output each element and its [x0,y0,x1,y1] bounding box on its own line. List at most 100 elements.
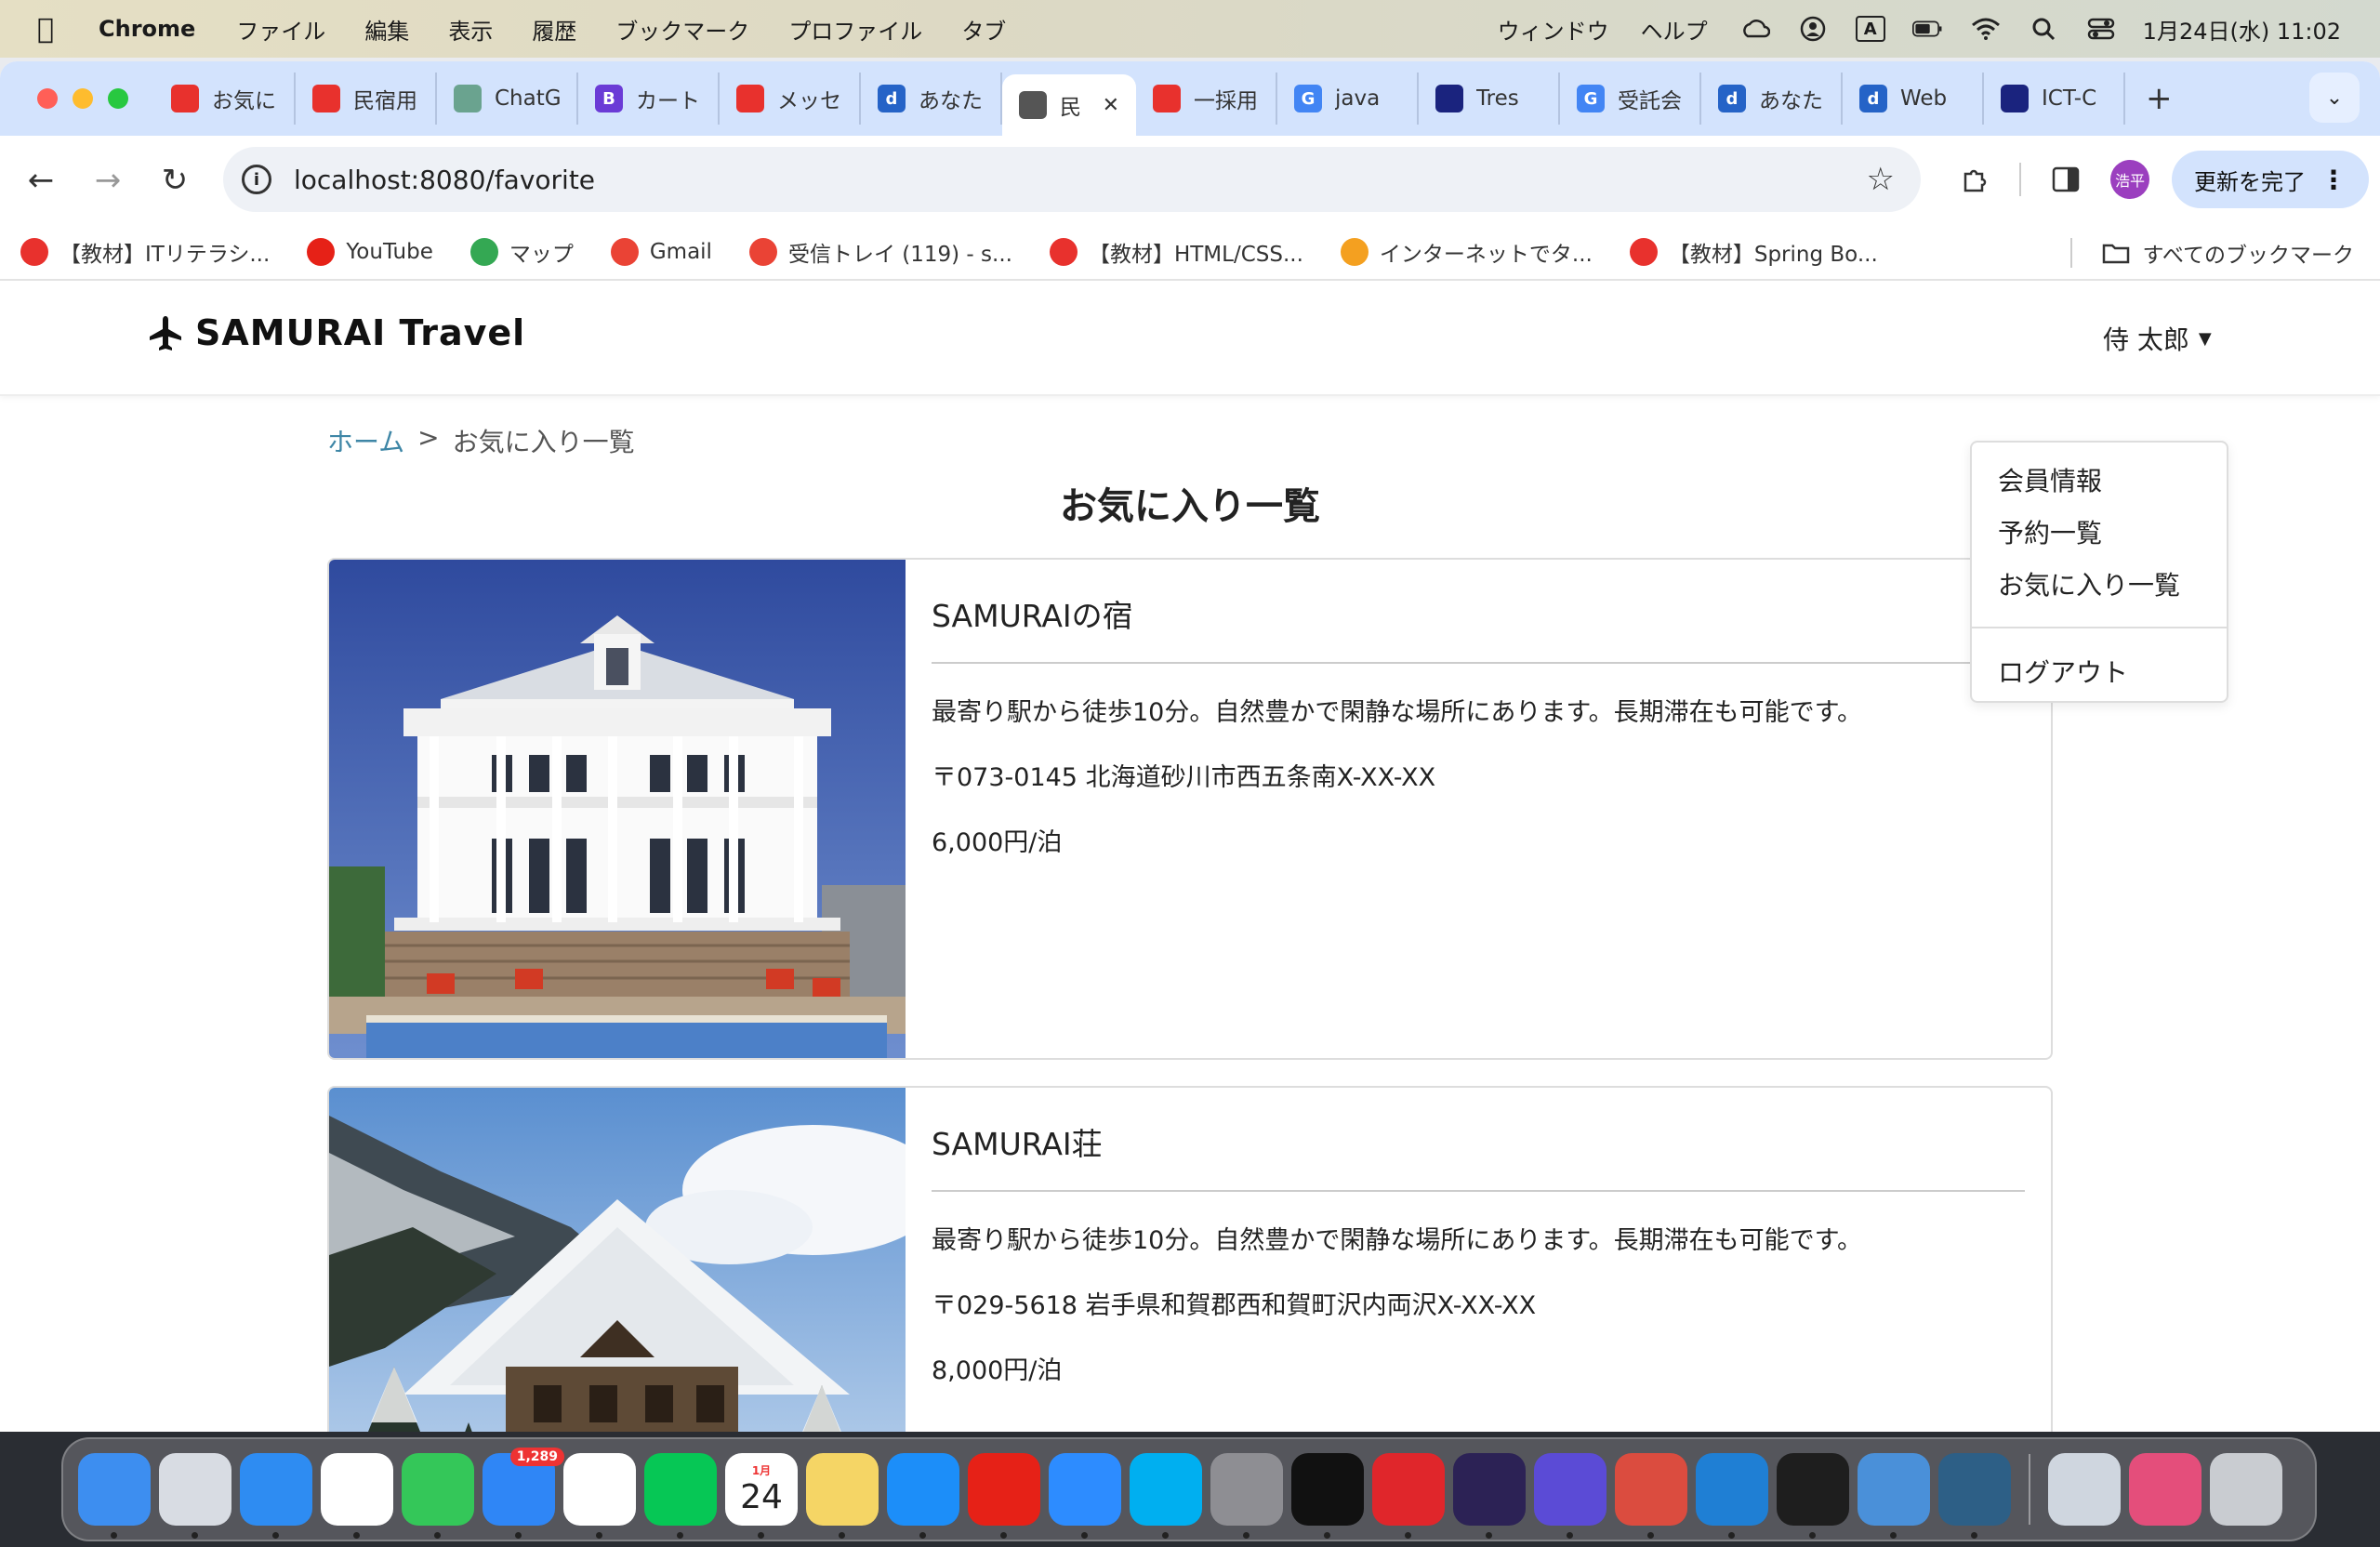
tab-search-chevron-icon[interactable]: ⌄ [2309,73,2360,123]
favorite-card[interactable]: SAMURAIの宿 最寄り駅から徒歩10分。自然豊かで閑静な場所にあります。長期… [327,558,2053,1060]
dock-safari-icon[interactable] [240,1453,312,1539]
battery-icon[interactable] [1911,13,1944,45]
site-logo[interactable]: SAMURAI Travel [147,312,525,353]
menubar-clock[interactable]: 1月24日(水) 11:02 [2143,13,2341,46]
menu-file[interactable]: ファイル [236,13,325,46]
dock-system-settings-icon[interactable] [1210,1453,1283,1539]
zoom-window-button[interactable] [108,88,128,109]
dock-youtube-icon[interactable] [968,1453,1040,1539]
wifi-icon[interactable] [1970,13,2002,45]
browser-tab[interactable]: Gjava [1277,73,1419,125]
bookmark-item[interactable]: 【教材】Spring Bo... [1629,236,1878,268]
browser-tab[interactable]: お気に [154,73,296,125]
dock-messages-icon[interactable] [402,1453,474,1539]
dropdown-item-favorites[interactable]: お気に入り一覧 [1972,560,2227,612]
browser-tab[interactable]: 民宿用 [296,73,437,125]
dock-line-icon[interactable] [644,1453,717,1539]
browser-tab[interactable]: Tres [1419,73,1560,125]
menu-bookmarks[interactable]: ブックマーク [615,13,749,46]
extensions-puzzle-icon[interactable] [1952,157,1997,202]
browser-tab[interactable]: d あなた [1701,73,1843,125]
update-button[interactable]: 更新を完了 ⋮ [2172,151,2369,208]
menu-window[interactable]: ウィンドウ [1498,13,1609,46]
dock-terminal-icon[interactable] [1777,1453,1849,1539]
browser-tab[interactable]: B カート [578,73,720,125]
kebab-menu-icon[interactable]: ⋮ [2320,165,2347,195]
input-method-icon[interactable]: A [1855,13,1886,45]
dock-notes-icon[interactable] [806,1453,879,1539]
house-photo-beach-villa[interactable] [329,560,906,1058]
close-tab-icon[interactable]: ✕ [1103,94,1119,117]
menu-history[interactable]: 履歴 [532,13,576,46]
user-account-icon[interactable] [1797,13,1829,45]
close-window-button[interactable] [37,88,58,109]
dock-finder-icon[interactable] [78,1453,151,1539]
bookmark-item[interactable]: マップ [469,236,574,268]
house-name[interactable]: SAMURAI荘 [932,1119,2025,1170]
reload-icon[interactable]: ↻ [141,162,208,199]
browser-tab[interactable]: ChatG [437,73,578,125]
menu-edit[interactable]: 編集 [364,13,409,46]
creative-cloud-status-icon[interactable] [1739,13,1771,45]
profile-avatar[interactable]: 浩平 [2110,160,2149,199]
tab-active[interactable]: 民 ✕ [1002,74,1136,136]
bookmark-star-icon[interactable]: ☆ [1867,161,1895,198]
all-bookmarks-button[interactable]: すべてのブックマーク [2069,225,2354,281]
menu-tab[interactable]: タブ [961,13,1006,46]
dock-mysql-workbench-icon[interactable] [1938,1453,2011,1539]
dock-preview-icon[interactable] [2048,1453,2121,1526]
bookmark-item[interactable]: YouTube [307,238,433,266]
dropdown-item-logout[interactable]: ログアウト [1972,647,2227,699]
new-tab-button[interactable]: + [2146,80,2173,117]
dock-zoom-icon[interactable] [1049,1453,1121,1539]
browser-tab[interactable]: d あなた [861,73,1002,125]
control-center-icon[interactable] [2085,13,2117,45]
dock-launchpad-icon[interactable] [159,1453,231,1539]
search-icon[interactable] [2028,13,2059,45]
browser-tab[interactable]: ICT-C [1984,73,2125,125]
dock-creative-cloud-icon[interactable] [2129,1453,2202,1526]
breadcrumb-home-link[interactable]: ホーム [327,422,404,459]
browser-tab[interactable]: d Web [1843,73,1984,125]
side-panel-icon[interactable] [2043,157,2088,202]
user-menu-toggle[interactable]: 侍 太郎 ▼ [2103,320,2212,357]
menu-view[interactable]: 表示 [448,13,493,46]
menu-help[interactable]: ヘルプ [1641,13,1708,46]
browser-tab[interactable]: 一採用 [1136,73,1277,125]
browser-tab[interactable]: メッセ [720,73,861,125]
bookmark-item[interactable]: Gmail [610,238,712,266]
dock-acrobat-icon[interactable] [1372,1453,1445,1539]
forward-arrow-icon[interactable]: → [74,162,141,199]
dock-photos-icon[interactable] [563,1453,636,1539]
bookmark-item[interactable]: 【教材】HTML/CSS... [1049,236,1303,268]
menu-profile[interactable]: プロファイル [788,13,922,46]
bookmark-item[interactable]: 【教材】ITリテラシ... [20,236,270,268]
browser-tab[interactable]: G 受託会 [1560,73,1701,125]
dock-eclipse-icon[interactable] [1453,1453,1526,1539]
bookmark-item[interactable]: 受信トレイ (119) - s... [748,236,1012,268]
dock-dbeaver-icon[interactable] [1534,1453,1606,1539]
site-info-icon[interactable]: i [242,165,271,194]
bookmark-item[interactable]: インターネットでタ... [1340,236,1593,268]
favorite-card[interactable]: SAMURAI荘 最寄り駅から徒歩10分。自然豊かで閑静な場所にあります。長期滞… [327,1086,2053,1432]
dock-tableplus-icon[interactable] [1858,1453,1930,1539]
back-arrow-icon[interactable]: ← [7,162,74,199]
apple-icon[interactable]:  [37,13,74,46]
dock-skype-icon[interactable] [1130,1453,1202,1539]
dropdown-item-member-info[interactable]: 会員情報 [1972,456,2227,508]
dock-trash-icon[interactable] [2210,1453,2282,1526]
house-name[interactable]: SAMURAIの宿 [932,591,2025,641]
house-photo-snow-farmhouse[interactable] [329,1088,906,1432]
minimize-window-button[interactable] [73,88,93,109]
menubar-app-name[interactable]: Chrome [99,16,195,42]
dropdown-item-reservations[interactable]: 予約一覧 [1972,508,2227,560]
dock-chrome-icon[interactable] [321,1453,393,1539]
address-bar[interactable]: i localhost:8080/favorite ☆ [223,147,1921,212]
dock-github-icon[interactable] [1291,1453,1364,1539]
dock-vs-code-icon[interactable] [1696,1453,1768,1539]
dock-calendar-icon[interactable]: 1月 24 [725,1453,798,1539]
dock-mail-icon[interactable]: 1,289 [483,1448,564,1539]
dock-app-store-icon[interactable] [887,1453,959,1539]
url-text[interactable]: localhost:8080/favorite [294,165,595,195]
dock-todoist-icon[interactable] [1615,1453,1687,1539]
